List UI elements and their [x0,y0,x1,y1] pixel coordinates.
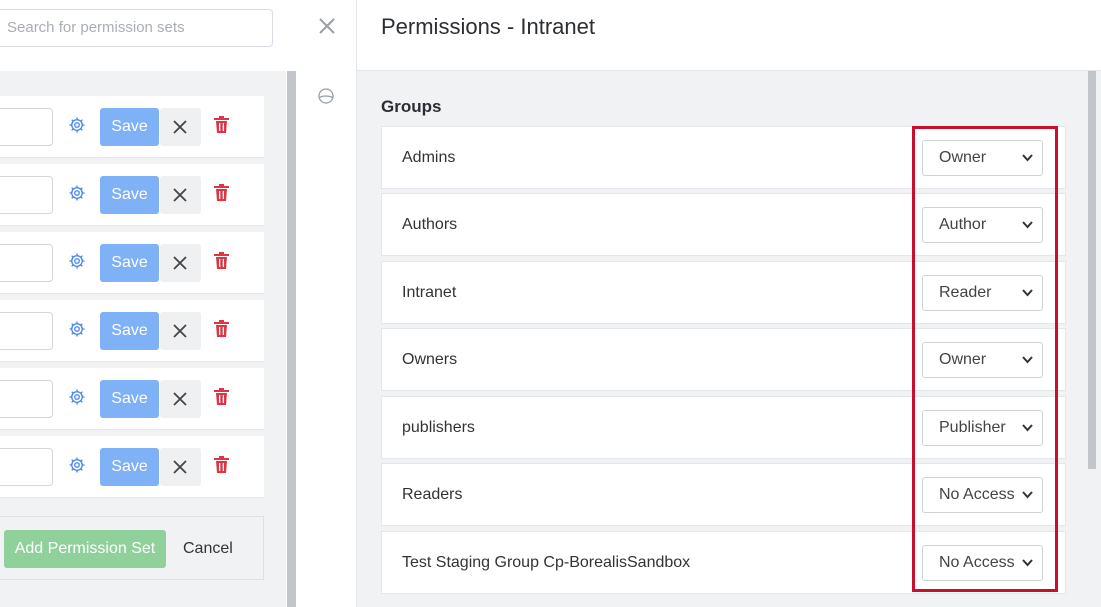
cancel-edit-button[interactable] [160,176,201,214]
search-input[interactable]: Search for permission sets [0,9,273,47]
group-name: Admins [402,149,456,166]
x-icon [173,392,187,406]
permission-set-row: Save [0,436,264,498]
permission-set-row: Save [0,96,264,158]
gear-icon[interactable] [68,320,86,338]
save-button[interactable]: Save [100,312,159,350]
permission-set-name-input[interactable] [0,312,53,350]
save-button[interactable]: Save [100,176,159,214]
group-name: Owners [402,351,458,368]
permission-set-row: Save [0,164,264,226]
toggle-icon[interactable] [318,88,334,104]
permission-set-name-input[interactable] [0,108,53,146]
x-icon [173,324,187,338]
page-title: Permissions - Intranet [381,14,595,39]
permission-set-name-input[interactable] [0,380,53,418]
group-name: Authors [402,216,458,233]
cancel-edit-button[interactable] [160,312,201,350]
gear-icon[interactable] [68,456,86,474]
gear-icon[interactable] [68,388,86,406]
x-icon [173,460,187,474]
cancel-edit-button[interactable] [160,448,201,486]
gear-icon[interactable] [68,116,86,134]
add-permission-set-button[interactable]: Add Permission Set [4,530,166,568]
right-scrollbar[interactable] [1088,71,1096,469]
permission-set-name-input[interactable] [0,448,53,486]
gear-icon[interactable] [68,252,86,270]
cancel-button[interactable]: Cancel [183,530,233,568]
save-button[interactable]: Save [100,108,159,146]
permission-set-footer: Add Permission Set Cancel [0,516,264,580]
permission-set-name-input[interactable] [0,176,53,214]
group-name: Intranet [402,284,457,301]
permission-set-row: Save [0,368,264,430]
gear-icon[interactable] [68,184,86,202]
left-scrollbar[interactable] [287,71,296,607]
trash-icon[interactable] [214,184,229,201]
x-icon [173,256,187,270]
permissions-header: Permissions - Intranet [357,0,1101,71]
x-icon [173,188,187,202]
trash-icon[interactable] [214,388,229,405]
permission-set-row: Save [0,232,264,294]
highlight-annotation [912,126,1058,592]
save-button[interactable]: Save [100,448,159,486]
groups-heading: Groups [381,97,442,116]
group-name: Test Staging Group Cp-BorealisSandbox [402,554,691,571]
cancel-edit-button[interactable] [160,380,201,418]
trash-icon[interactable] [214,456,229,473]
cancel-edit-button[interactable] [160,108,201,146]
trash-icon[interactable] [214,116,229,133]
trash-icon[interactable] [214,252,229,269]
save-button[interactable]: Save [100,244,159,282]
permission-set-name-input[interactable] [0,244,53,282]
group-name: Readers [402,486,463,503]
x-icon [173,120,187,134]
save-button[interactable]: Save [100,380,159,418]
close-icon[interactable] [318,17,336,35]
cancel-edit-button[interactable] [160,244,201,282]
group-name: publishers [402,419,475,436]
permission-set-row: Save [0,300,264,362]
trash-icon[interactable] [214,320,229,337]
